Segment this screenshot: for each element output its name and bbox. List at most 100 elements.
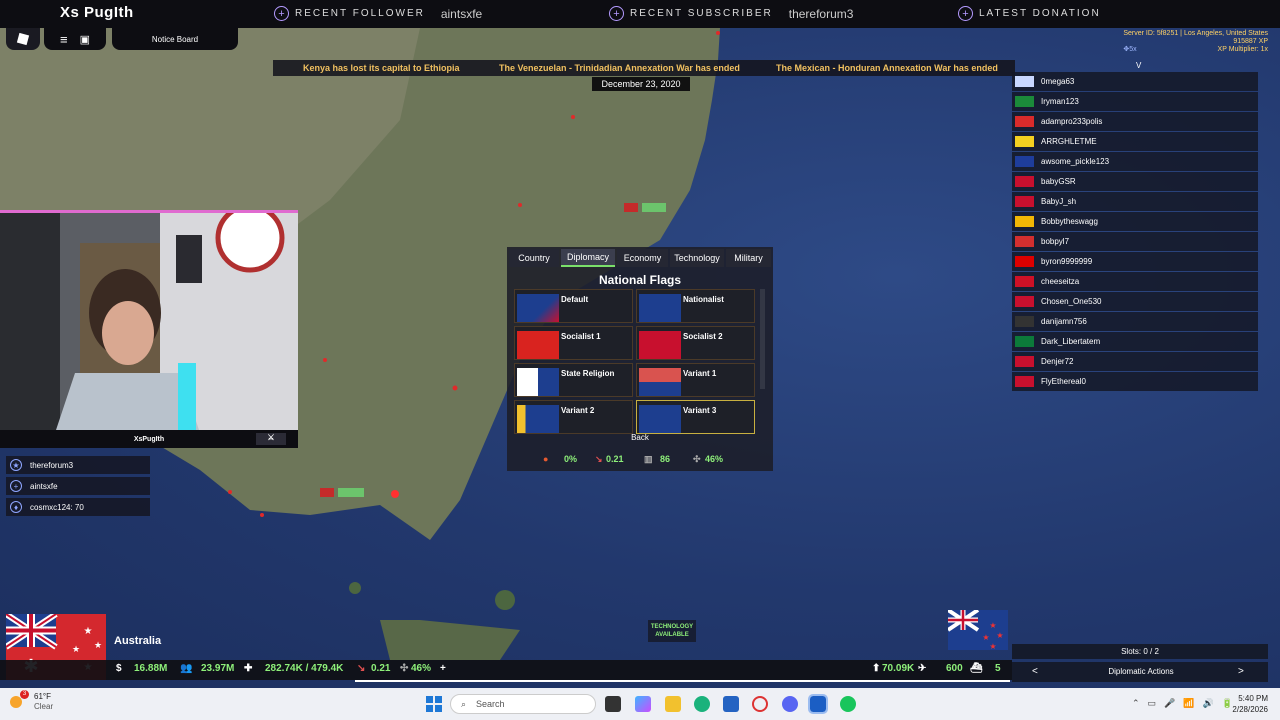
money-value: 16.88M [134,663,168,674]
clock-time: 5:40 PM [1238,694,1268,703]
svg-text:★: ★ [72,644,80,654]
flag-preview-icon [517,368,559,396]
svg-text:★: ★ [989,642,996,650]
troops-icon: ⬆ [872,663,881,674]
svg-text:★: ★ [84,626,93,637]
decline-icon: ↘ [357,663,366,674]
taskbar-search[interactable]: ⌕ Search [450,694,596,714]
panel-scrollbar[interactable] [760,289,765,389]
panel-tabs: Country Diplomacy Economy Technology Mil… [507,247,773,267]
weather-temp: 61°F [34,692,51,701]
city-label-marker [642,203,666,212]
flag-option[interactable]: State Religion [514,363,633,397]
flag-option[interactable]: Variant 3 [636,400,755,434]
city-label-marker [338,488,364,497]
flag-option-label: Socialist 2 [683,332,723,341]
country-name: Australia [114,635,162,647]
windows-taskbar: 3 61°F Clear ⌕ Search ⌃▭🎤📶🔊🔋 5:40 PM 2/28… [0,688,1280,720]
building-icon: ▥ [644,453,653,464]
tab-economy[interactable]: Economy [617,249,668,267]
target-country-flag[interactable]: ★ ★ ★ ★ [948,610,1008,650]
scale-icon: ✣ [400,663,409,674]
flag-option[interactable]: Socialist 2 [636,326,755,360]
diplomacy-panel: Slots: 0 / 2 < Diplomatic Actions > [1012,642,1280,682]
weather-widget[interactable]: 3 61°F Clear [10,690,54,712]
add-icon[interactable]: + [440,663,446,674]
stat-value: 0% [564,454,578,464]
file-explorer-icon[interactable] [665,696,681,712]
back-button[interactable]: Back [507,433,773,442]
flag-preview-icon [517,405,559,433]
flag-option[interactable]: Variant 2 [514,400,633,434]
flag-option-label: Nationalist [683,295,724,304]
tab-military[interactable]: Military [726,249,771,267]
flag-option-label: Variant 1 [683,369,717,378]
edge-icon[interactable] [694,696,710,712]
technology-available-notice[interactable]: TECHNOLOGY AVAILABLE [648,620,696,642]
discord-icon[interactable] [782,696,798,712]
stat-value: 46% [705,454,724,464]
flag-option-label: Default [561,295,589,304]
svg-text:★: ★ [94,640,102,650]
windows-start-icon[interactable] [426,696,442,712]
panel-stats: ● 0% ↘ 0.21 ▥ 86 ✣ 46% [507,451,773,467]
bottom-hud: $ 16.88M 👥 23.97M ✚ 282.74K / 479.4K ↘ 0… [0,660,1012,680]
svg-text:★: ★ [996,631,1003,640]
flag-preview-icon [517,331,559,359]
copilot-icon[interactable] [635,696,651,712]
tab-technology[interactable]: Technology [670,249,724,267]
aircraft-icon: ✈ [918,663,927,674]
roblox-icon[interactable] [808,694,828,714]
notification-badge: 3 [20,690,29,699]
prev-button[interactable]: < [1032,666,1038,677]
flag-preview-icon [639,405,681,433]
weather-icon [10,696,22,708]
stability-value: 46% [411,663,432,674]
app-icon[interactable] [840,696,856,712]
rate-value: 0.21 [371,663,391,674]
stat-value: 86 [660,454,671,464]
weather-desc: Clear [34,702,54,711]
scale-icon: ✣ [693,453,701,464]
flag-option[interactable]: Variant 1 [636,363,755,397]
clock-date: 2/28/2026 [1232,705,1268,714]
city-flag-marker [320,488,334,497]
flag-preview-icon [639,368,681,396]
decline-icon: ↘ [595,453,603,464]
ship-icon: ⛴ [970,663,983,674]
flag-preview-icon [517,294,559,322]
slots-label: Slots: 0 / 2 [1012,644,1268,659]
manpower-icon: ✚ [244,663,253,674]
diplomatic-actions-bar: < Diplomatic Actions > [1012,662,1268,682]
air-value: 600 [946,663,963,674]
flag-preview-icon [639,331,681,359]
svg-text:★: ★ [989,621,996,630]
clock[interactable]: 5:40 PM 2/28/2026 [1222,693,1268,715]
flag-option[interactable]: Default [514,289,633,323]
flag-option-label: Variant 2 [561,406,595,415]
opera-icon[interactable] [752,696,768,712]
troops-value: 70.09K [882,663,915,674]
flag-option[interactable]: Nationalist [636,289,755,323]
stat-value: 0.21 [606,454,624,464]
city-flag-marker [624,203,638,212]
tab-diplomacy[interactable]: Diplomacy [561,249,615,267]
population-icon: 👥 [180,663,193,674]
next-button[interactable]: > [1238,666,1244,677]
diplomatic-actions-button[interactable]: Diplomatic Actions [1066,662,1216,682]
money-icon: $ [116,663,122,674]
apple-icon: ● [543,454,549,464]
flag-option-label: State Religion [561,369,615,378]
flag-option[interactable]: Socialist 1 [514,326,633,360]
flag-option-label: Variant 3 [683,406,717,415]
search-icon: ⌕ [461,698,467,709]
task-view-icon[interactable] [605,696,621,712]
population-value: 23.97M [201,663,235,674]
navy-value: 5 [995,663,1001,674]
capital-marker [391,490,399,498]
store-icon[interactable] [723,696,739,712]
flag-preview-icon [639,294,681,322]
tab-country[interactable]: Country [509,249,559,267]
panel-title: National Flags [598,273,681,287]
manpower-value: 282.74K / 479.4K [265,663,344,674]
